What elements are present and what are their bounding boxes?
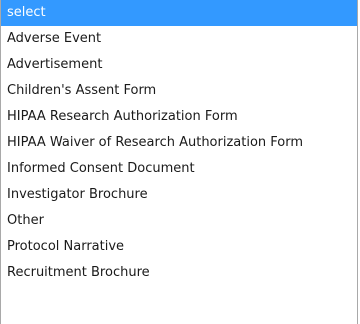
option-protocol-narrative[interactable]: Protocol Narrative [1, 234, 357, 260]
option-informed-consent-document[interactable]: Informed Consent Document [1, 156, 357, 182]
option-investigator-brochure[interactable]: Investigator Brochure [1, 182, 357, 208]
option-other[interactable]: Other [1, 208, 357, 234]
option-advertisement[interactable]: Advertisement [1, 52, 357, 78]
option-hipaa-research-authorization-form[interactable]: HIPAA Research Authorization Form [1, 104, 357, 130]
option-childrens-assent-form[interactable]: Children's Assent Form [1, 78, 357, 104]
option-recruitment-brochure[interactable]: Recruitment Brochure [1, 260, 357, 284]
option-hipaa-waiver-of-research-authorization-form[interactable]: HIPAA Waiver of Research Authorization F… [1, 130, 357, 156]
document-type-dropdown-list[interactable]: select Adverse Event Advertisement Child… [0, 0, 358, 324]
option-adverse-event[interactable]: Adverse Event [1, 26, 357, 52]
option-select[interactable]: select [1, 0, 357, 26]
